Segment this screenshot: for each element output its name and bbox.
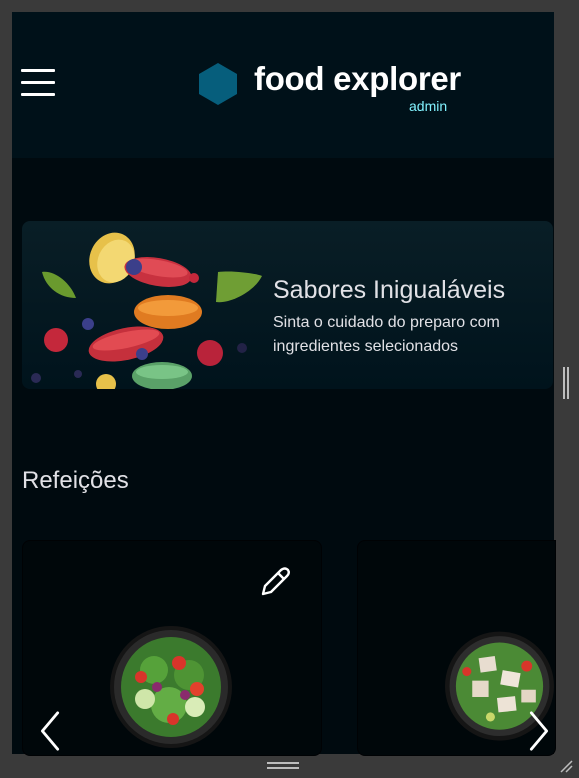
chevron-left-icon[interactable] [38,710,62,752]
window-frame-left [0,0,12,778]
horizontal-resize-handle[interactable] [267,762,299,769]
vertical-resize-handle[interactable] [563,367,569,399]
hamburger-icon-line [21,69,55,72]
hamburger-icon-line [21,93,55,96]
menu-button[interactable] [21,69,55,97]
logo[interactable]: food explorer admin [198,60,478,120]
pencil-icon[interactable] [259,564,293,598]
chevron-right-icon[interactable] [527,710,551,752]
banner-text: Sinta o cuidado do preparo com ingredien… [273,314,500,355]
resize-corner-icon[interactable] [559,759,573,773]
section-title: Refeições [22,467,129,494]
macarons-image [31,232,262,389]
salad-dish-image [110,626,232,748]
window-frame-top [0,0,579,12]
hexagon-logo-icon [199,63,237,105]
banner-title: Sabores Inigualáveis [273,276,506,304]
hamburger-icon-line [21,81,55,84]
logo-subtitle: admin [409,98,448,114]
logo-title: food explorer [254,60,461,97]
